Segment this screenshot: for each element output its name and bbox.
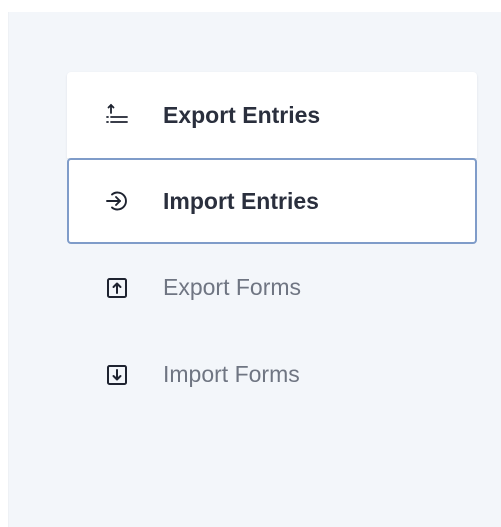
menu-item-import-forms[interactable]: Import Forms [67,331,477,418]
cropped-heading-fragment [0,0,501,12]
upload-box-icon [105,276,129,300]
import-export-menu: Export Entries Import Entries Export For… [67,72,477,418]
import-arrow-circle-icon [105,189,129,213]
export-list-icon [105,103,129,127]
import-export-sidebar: Export Entries Import Entries Export For… [8,12,501,527]
menu-item-label: Export Entries [163,101,321,128]
menu-item-export-entries[interactable]: Export Entries [67,72,477,158]
menu-item-label: Export Forms [163,274,302,300]
menu-item-export-forms[interactable]: Export Forms [67,244,477,331]
download-box-icon [105,363,129,387]
menu-item-label: Import Entries [163,187,319,214]
menu-item-label: Import Forms [163,361,300,387]
menu-item-import-entries[interactable]: Import Entries [67,158,477,244]
